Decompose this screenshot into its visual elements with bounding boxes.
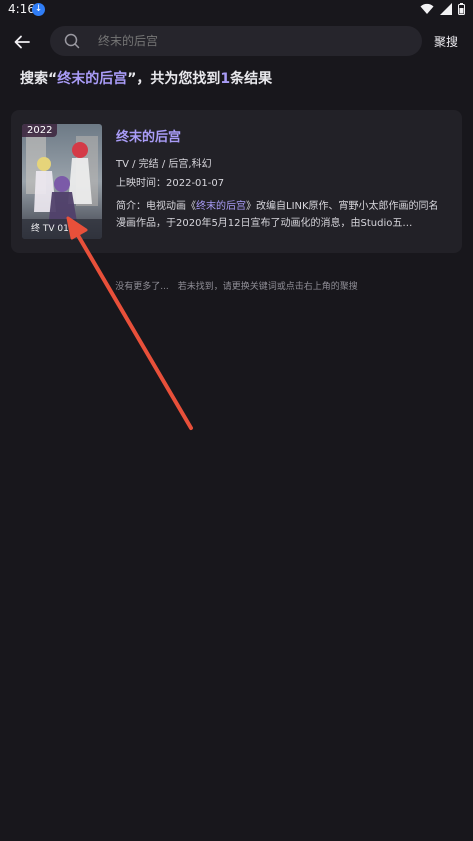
heading-keyword: 终末的后宫	[57, 71, 128, 87]
heading-prefix: 搜索	[20, 71, 48, 87]
back-button[interactable]	[10, 30, 34, 54]
aggregate-search-button[interactable]: 聚搜	[434, 33, 458, 50]
search-box[interactable]	[50, 26, 422, 56]
status-time: 4:16	[8, 2, 35, 16]
wifi-icon	[420, 3, 434, 15]
result-title[interactable]: 终末的后宫	[116, 126, 181, 145]
search-input[interactable]	[98, 26, 398, 56]
results-heading: 搜索“终末的后宫”，共为您找到1条结果	[20, 68, 272, 88]
signal-icon	[440, 3, 452, 15]
summary-title: 终末的后宫	[196, 201, 246, 212]
year-badge: 2022	[22, 124, 58, 137]
download-icon: ↓	[32, 3, 45, 16]
poster-image[interactable]: 2022 终 TV 01月	[22, 124, 102, 239]
heading-middle: ，共为您找到	[136, 71, 221, 87]
summary-prefix: 简介：电视动画《	[116, 201, 196, 212]
heading-count: 1	[220, 71, 231, 87]
result-release-date: 上映时间：2022-01-07	[116, 178, 225, 189]
search-icon	[64, 33, 80, 49]
back-arrow-icon	[14, 35, 30, 49]
battery-icon	[458, 3, 465, 15]
status-bar: 4:16 ↓	[0, 0, 473, 20]
status-icons	[420, 3, 465, 15]
heading-suffix: 条结果	[230, 71, 273, 87]
result-meta: TV / 完结 / 后宫,科幻	[116, 159, 212, 170]
result-summary: 简介：电视动画《终末的后宫》改编自LINK原作、宵野小太郎作画的同名漫画作品，于…	[116, 198, 446, 232]
search-header: 聚搜	[0, 26, 473, 56]
result-card[interactable]: 2022 终 TV 01月 终末的后宫 TV / 完结 / 后宫,科幻 上映时间…	[11, 110, 462, 253]
no-more-results-note: 没有更多了... 若未找到，请更换关键词或点击右上角的聚搜	[115, 282, 358, 292]
search-results-screen: 4:16 ↓ 终末的后宫 聚搜 搜索“终末的后宫”，共为您找到1条结果 2022…	[0, 0, 473, 841]
poster-caption: 终 TV 01月	[31, 224, 78, 234]
heading-quote-open: “	[48, 71, 58, 87]
